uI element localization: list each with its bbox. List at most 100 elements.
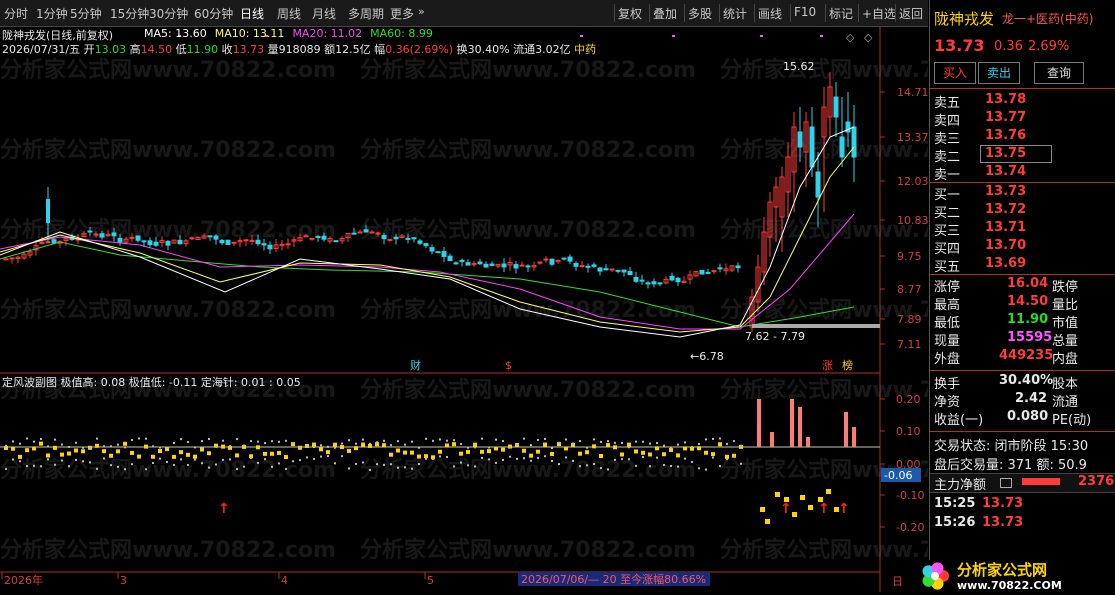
- ask-price[interactable]: 13.74: [985, 164, 1026, 179]
- indicator-axis-label: 0.10: [896, 425, 921, 438]
- bid-price[interactable]: 13.73: [985, 184, 1026, 199]
- indicator-point: [96, 437, 98, 440]
- period-tab[interactable]: 60分钟: [194, 5, 233, 22]
- toolbar-button[interactable]: 统计: [723, 5, 747, 22]
- toolbar-button[interactable]: 叠加: [653, 5, 677, 22]
- trade-button[interactable]: 买入: [934, 62, 976, 84]
- bid-price[interactable]: 13.71: [985, 220, 1026, 235]
- indicator-point: [75, 441, 77, 444]
- toolbar-button[interactable]: 标记: [829, 5, 853, 22]
- period-tab[interactable]: 日线: [240, 5, 264, 22]
- period-tab[interactable]: 15分钟: [110, 5, 149, 22]
- indicator-point: [634, 449, 638, 454]
- divider: [930, 431, 1115, 432]
- indicator-point: [592, 444, 596, 449]
- indicator-point: [180, 458, 182, 461]
- toolbar-button[interactable]: 复权: [618, 5, 642, 22]
- indicator-point: [425, 457, 427, 460]
- indicator-point: [264, 458, 266, 461]
- diamond-icon[interactable]: ◇: [846, 31, 855, 44]
- indicator-point: [705, 468, 707, 471]
- quote-date: 2026/07/31/五: [2, 43, 81, 56]
- toolbar-button[interactable]: 多股: [688, 5, 712, 22]
- watermark-text: 分析家公式网www.70822.com: [360, 57, 696, 83]
- indicator-name[interactable]: 定风波副图: [2, 376, 57, 389]
- candle-body: [465, 262, 471, 266]
- divider: [930, 88, 1115, 89]
- indicator-point: [19, 442, 21, 445]
- indicator-point: [313, 445, 315, 448]
- indicator-point: [466, 449, 470, 454]
- indicator-point: [292, 460, 294, 463]
- indicator-point: [334, 462, 336, 465]
- period-tab[interactable]: 5分钟: [70, 5, 102, 22]
- watermark-text: 分析家公式网www.70822.com: [360, 457, 696, 483]
- indicator-point: [641, 450, 645, 455]
- indicator-point: [271, 440, 273, 443]
- ask-price[interactable]: 13.77: [985, 110, 1026, 125]
- event-marker[interactable]: 涨: [822, 359, 833, 372]
- indicator-point: [516, 443, 518, 446]
- ask-price[interactable]: 13.78: [985, 92, 1026, 107]
- diamond-icon[interactable]: ◇: [864, 31, 873, 44]
- candle-body: [833, 96, 839, 118]
- period-tab[interactable]: 更多: [390, 5, 414, 22]
- toolbar-button[interactable]: 返回: [899, 5, 923, 22]
- period-tab[interactable]: 30分钟: [149, 5, 188, 22]
- indicator-point: [173, 442, 175, 445]
- indicator-point: [613, 445, 617, 450]
- candle-body: [477, 261, 483, 265]
- period-tab[interactable]: 周线: [277, 5, 301, 22]
- period-tab[interactable]: 多周期: [348, 5, 384, 22]
- event-marker[interactable]: 榜: [842, 358, 853, 372]
- watermark-text: 分析家公式网www.70822.com: [0, 297, 336, 323]
- candle-body: [567, 256, 573, 262]
- bid-price[interactable]: 13.69: [985, 256, 1026, 271]
- kline-chart[interactable]: 分析家公式网www.70822.com 分析家公式网www.70822.com 分析…: [0, 27, 928, 592]
- trade-button[interactable]: 卖出: [978, 62, 1020, 84]
- indicator-point: [250, 456, 252, 459]
- ask-label: 卖三: [934, 132, 961, 147]
- trade-button[interactable]: 查询: [1034, 62, 1084, 84]
- indicator-point: [502, 458, 504, 461]
- indicator-point: [418, 446, 420, 449]
- toolbar-divider: [790, 4, 791, 22]
- indicator-point: [635, 440, 637, 443]
- indicator-point: [327, 455, 329, 458]
- indicator-point: [800, 495, 805, 500]
- bid-price[interactable]: 13.70: [985, 238, 1026, 253]
- ask-price[interactable]: 13.76: [985, 128, 1026, 143]
- toolbar-button[interactable]: +自选: [862, 5, 896, 22]
- stat-label: 内盘: [1052, 352, 1079, 367]
- turnover-value: 30.40%: [467, 43, 510, 56]
- indicator-point: [683, 446, 687, 451]
- period-tab[interactable]: 分时: [4, 5, 28, 22]
- list-icon[interactable]: [1000, 478, 1012, 488]
- candle-body: [537, 261, 543, 264]
- toolbar-button[interactable]: F10: [794, 5, 816, 19]
- main-flow-value: 2376: [1078, 474, 1115, 489]
- candle-body: [597, 267, 603, 272]
- event-marker[interactable]: $: [505, 359, 512, 372]
- tick-price: 13.73: [982, 496, 1024, 511]
- event-marker[interactable]: 财: [410, 358, 421, 372]
- toolbar-button[interactable]: 画线: [758, 5, 782, 22]
- indicator-point: [775, 492, 780, 497]
- watermark-text: 分析家公式网www.70822.com: [720, 537, 928, 563]
- indicator-point: [600, 467, 602, 470]
- indicator-point: [152, 445, 154, 448]
- chevron-right-icon[interactable]: »: [418, 5, 425, 18]
- candle-body: [333, 240, 339, 243]
- candle-body: [519, 264, 525, 267]
- indicator-point: [642, 440, 644, 443]
- indicator-point: [166, 460, 168, 463]
- indicator-point: [201, 462, 203, 465]
- period-tab[interactable]: 1分钟: [36, 5, 68, 22]
- candle-body: [99, 233, 105, 238]
- indicator-point: [684, 441, 686, 444]
- bid-price[interactable]: 13.72: [985, 202, 1026, 217]
- indicator-point: [355, 442, 357, 445]
- period-tab[interactable]: 月线: [312, 5, 336, 22]
- indicator-point: [529, 453, 533, 458]
- trade-status: 交易状态: 闭市阶段 15:30: [934, 439, 1089, 454]
